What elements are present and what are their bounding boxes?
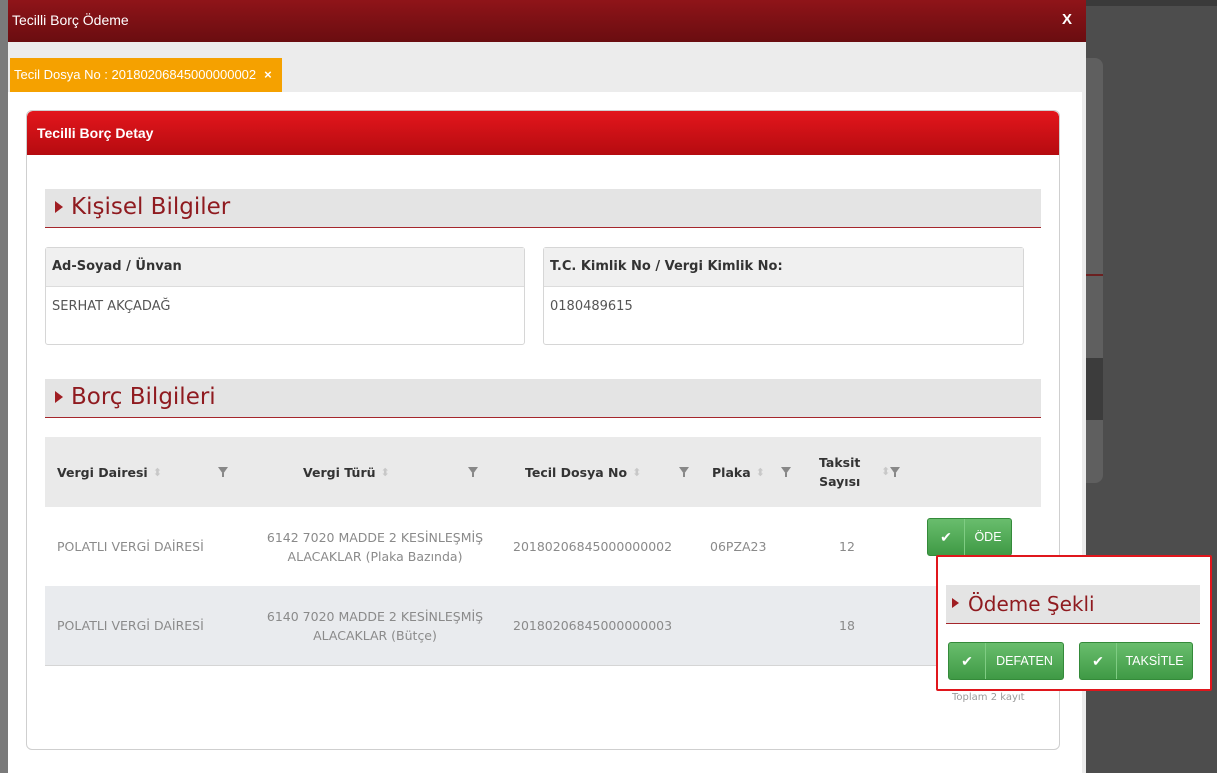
cell-type-line2: ALACAKLAR (Bütçe) [313,627,437,643]
id-value: 0180489615 [550,299,633,314]
id-box: T.C. Kimlik No / Vergi Kimlik No: 018048… [543,247,1024,345]
debt-table: Vergi Dairesi ⬍ Vergi Türü ⬍ Tecil Dosya… [45,437,1041,666]
sort-icon[interactable]: ⬍ [756,466,765,479]
column-office-label: Vergi Dairesi [57,464,148,480]
close-button[interactable]: X [1058,11,1076,31]
cell-type-line1: 6142 7020 MADDE 2 KESİNLEŞMİŞ [266,529,484,545]
background-panel [1085,58,1103,483]
id-label: T.C. Kimlik No / Vergi Kimlik No: [544,248,1023,287]
column-plate[interactable]: Plaka ⬍ [712,437,765,507]
cell-plate: 06PZA23 [710,539,767,554]
table-row: POLATLI VERGİ DAİRESİ 6142 7020 MADDE 2 … [45,507,1041,586]
triangle-right-icon [55,391,63,403]
personal-section-title: Kişisel Bilgiler [71,194,231,220]
modal-title: Tecilli Borç Ödeme [12,12,129,28]
personal-section-header: Kişisel Bilgiler [45,189,1041,228]
panel-title: Tecilli Borç Detay [37,125,154,141]
cell-type-line1: 6140 7020 MADDE 2 KESİNLEŞMİŞ [266,608,484,624]
cell-file: 20180206845000000002 [513,539,673,554]
cell-file: 20180206845000000003 [513,618,673,633]
sort-icon[interactable]: ⬍ [632,466,641,479]
payment-method-popover: Ödeme Şekli ✔ DEFATEN ✔ TAKSİTLE [936,555,1212,691]
filter-icon[interactable] [781,467,791,477]
cell-installments: 12 [839,539,855,554]
defaten-button-label: DEFATEN [996,654,1053,668]
payment-modal: Tecilli Borç Ödeme X Tecil Dosya No : 20… [8,0,1086,773]
tab-content: Tecilli Borç Detay Kişisel Bilgiler Ad-S… [8,92,1082,773]
sort-icon[interactable]: ⬍ [381,466,390,479]
column-file-label: Tecil Dosya No [525,464,628,480]
background-divider [1085,274,1103,276]
cell-type-line2: ALACAKLAR (Plaka Bazında) [287,548,463,564]
check-icon: ✔ [949,643,986,679]
cell-installments: 18 [839,618,855,633]
filter-icon[interactable] [218,467,228,477]
column-type[interactable]: Vergi Türü ⬍ [303,437,390,507]
table-bottom-border [45,665,1041,666]
tab-file[interactable]: Tecil Dosya No : 20180206845000000002 × [10,58,282,92]
table-header: Vergi Dairesi ⬍ Vergi Türü ⬍ Tecil Dosya… [45,437,1041,507]
cell-type: 6140 7020 MADDE 2 KESİNLEŞMİŞ ALACAKLAR … [238,586,512,665]
panel-header: Tecilli Borç Detay [27,111,1059,155]
triangle-right-icon [55,201,63,213]
sort-icon[interactable]: ⬍ [881,465,890,478]
taksitle-button-label: TAKSİTLE [1125,654,1184,668]
sort-icon[interactable]: ⬍ [153,466,162,479]
filter-icon[interactable] [679,467,689,477]
debt-section-title: Borç Bilgileri [71,384,216,410]
filter-icon[interactable] [890,467,900,477]
column-installments-label-2: Sayısı [819,474,861,489]
column-type-label: Vergi Türü [303,464,376,480]
payment-method-header: Ödeme Şekli [946,585,1200,624]
column-installments-label-1: Taksit [819,455,861,470]
total-records: Toplam 2 kayıt [952,692,1025,703]
tab-strip: Tecil Dosya No : 20180206845000000002 × [10,58,282,92]
background-block [1085,358,1103,420]
tab-label: Tecil Dosya No : 20180206845000000002 [14,67,257,82]
background-topbar [1085,0,1217,6]
filter-icon[interactable] [468,467,478,477]
cell-office: POLATLI VERGİ DAİRESİ [57,618,204,633]
defaten-button[interactable]: ✔ DEFATEN [948,642,1064,680]
name-value: SERHAT AKÇADAĞ [52,299,171,314]
cell-type: 6142 7020 MADDE 2 KESİNLEŞMİŞ ALACAKLAR … [238,507,512,586]
name-box: Ad-Soyad / Ünvan SERHAT AKÇADAĞ [45,247,525,345]
modal-body: Tecil Dosya No : 20180206845000000002 × T… [8,42,1086,773]
taksitle-button[interactable]: ✔ TAKSİTLE [1079,642,1193,680]
pay-button-label: ÖDE [974,530,1002,544]
column-file[interactable]: Tecil Dosya No ⬍ [525,437,641,507]
name-label: Ad-Soyad / Ünvan [46,248,524,287]
table-row: POLATLI VERGİ DAİRESİ 6140 7020 MADDE 2 … [45,586,1041,665]
check-icon: ✔ [928,519,965,555]
check-icon: ✔ [1080,643,1117,679]
cell-office: POLATLI VERGİ DAİRESİ [57,539,204,554]
tab-close-icon[interactable]: × [264,67,272,82]
triangle-right-icon [952,598,959,608]
column-plate-label: Plaka [712,464,751,480]
column-office[interactable]: Vergi Dairesi ⬍ [57,437,162,507]
column-installments[interactable]: Taksit Sayısı [819,437,860,507]
debt-section-header: Borç Bilgileri [45,379,1041,418]
pay-button[interactable]: ✔ ÖDE [927,518,1012,556]
payment-method-title: Ödeme Şekli [968,592,1095,616]
debt-detail-panel: Tecilli Borç Detay Kişisel Bilgiler Ad-S… [26,110,1060,750]
modal-header: Tecilli Borç Ödeme X [8,0,1086,42]
